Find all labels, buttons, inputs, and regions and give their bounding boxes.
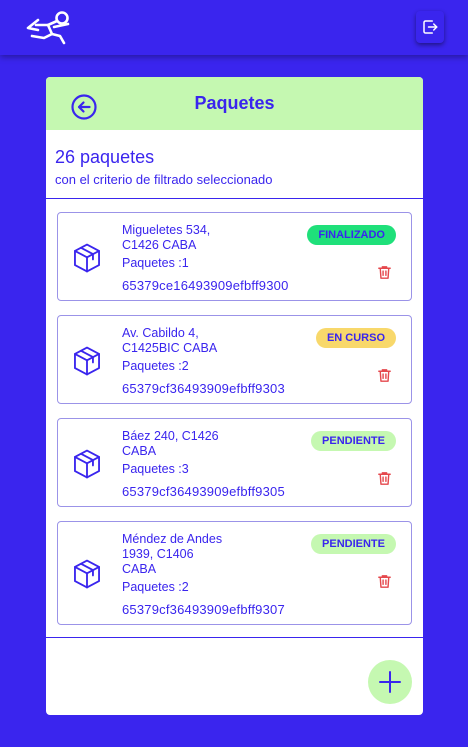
package-id: 65379cf36493909efbff9303 <box>122 381 285 396</box>
address-line: C1426 CABA <box>122 238 197 252</box>
panel-header: Paquetes <box>46 77 423 130</box>
trash-icon[interactable] <box>376 573 393 590</box>
packages-panel: Paquetes 26 paquetes con el criterio de … <box>46 77 423 715</box>
package-card[interactable]: Báez 240, C1426 CABA Paquetes :3 65379cf364… <box>57 418 412 507</box>
address-line: CABA <box>122 444 157 458</box>
status-badge: PENDIENTE <box>311 431 396 451</box>
filter-criteria-text: con el criterio de filtrado seleccionado <box>55 172 273 187</box>
address-line: Migueletes 534, <box>122 223 211 237</box>
package-id: 65379cf36493909efbff9305 <box>122 484 285 499</box>
package-address: Av. Cabildo 4, C1425BIC CABA <box>122 326 252 356</box>
package-address: Méndez de Andes 1939, C1406 CABA <box>122 532 252 577</box>
box-icon <box>70 241 104 275</box>
package-card[interactable]: Migueletes 534, C1426 CABA Paquetes :1 6537… <box>57 212 412 301</box>
address-line: Méndez de Andes <box>122 532 223 546</box>
top-bar <box>0 0 468 55</box>
status-badge: FINALIZADO <box>307 225 396 245</box>
runner-logo-icon <box>24 10 76 46</box>
trash-icon[interactable] <box>376 264 393 281</box>
box-icon <box>70 447 104 481</box>
package-id: 65379ce16493909efbff9300 <box>122 278 289 293</box>
package-count: 26 paquetes <box>55 147 155 167</box>
package-quantity: Paquetes :1 <box>122 256 189 270</box>
package-quantity: Paquetes :2 <box>122 359 189 373</box>
address-line: Av. Cabildo 4, <box>122 326 199 340</box>
package-quantity: Paquetes :2 <box>122 580 189 594</box>
page-title: Paquetes <box>194 93 275 113</box>
package-address: Báez 240, C1426 CABA <box>122 429 252 459</box>
add-package-button[interactable] <box>368 660 412 704</box>
trash-icon[interactable] <box>376 367 393 384</box>
package-id: 65379cf36493909efbff9307 <box>122 602 285 617</box>
package-card[interactable]: Av. Cabildo 4, C1425BIC CABA Paquetes :2 65… <box>57 315 412 404</box>
address-line: CABA <box>122 562 157 576</box>
address-line: Báez 240, C1426 <box>122 429 219 443</box>
package-address: Migueletes 534, C1426 CABA <box>122 223 252 253</box>
plus-icon <box>379 671 401 693</box>
logout-button[interactable] <box>416 11 444 43</box>
logout-icon <box>423 20 438 34</box>
address-line: 1939, C1406 <box>122 547 194 561</box>
package-card[interactable]: Méndez de Andes 1939, C1406 CABA Paquetes :… <box>57 521 412 625</box>
divider <box>46 637 423 638</box>
package-quantity: Paquetes :3 <box>122 462 189 476</box>
trash-icon[interactable] <box>376 470 393 487</box>
box-icon <box>70 557 104 591</box>
box-icon <box>70 344 104 378</box>
address-line: C1425BIC CABA <box>122 341 218 355</box>
status-badge: PENDIENTE <box>311 534 396 554</box>
divider <box>46 198 423 199</box>
status-badge: EN CURSO <box>315 328 396 348</box>
